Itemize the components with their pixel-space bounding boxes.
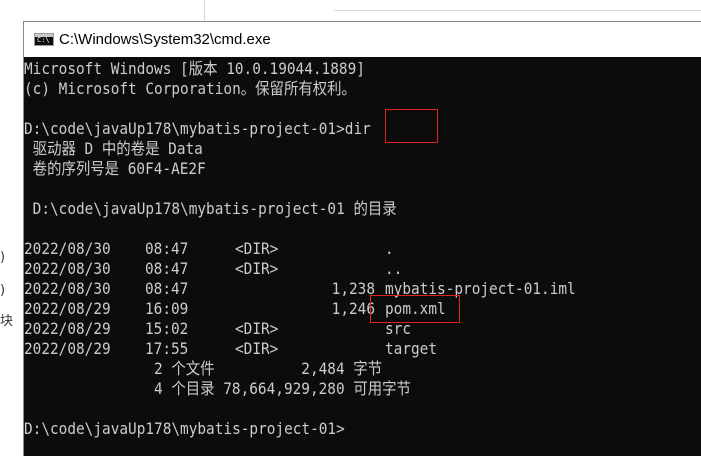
prompt: D:\code\javaUp178\mybatis-project-01> (24, 119, 345, 138)
entry-type: <DIR> (235, 319, 279, 338)
entry-size (284, 259, 375, 279)
console-serial-line: 卷的序列号是 60F4-AE2F (24, 159, 206, 178)
console-file-summary: 2 个文件 2,484 字节 (24, 359, 383, 378)
title-bar[interactable]: C:\ C:\Windows\System32\cmd.exe (24, 22, 701, 57)
entry-size: 1,246 (331, 299, 375, 318)
pom-highlight-box (370, 295, 460, 323)
entry-size (284, 239, 375, 259)
background-app: ) ) 块 (0, 0, 24, 456)
entry-name: .. (385, 259, 403, 278)
entry-date: 2022/08/29 (24, 299, 111, 318)
console-prompt-line: D:\code\javaUp178\mybatis-project-01> (24, 419, 345, 438)
entry-type: <DIR> (235, 339, 279, 358)
command-highlight-box (385, 109, 438, 143)
console-directory-of-line: D:\code\javaUp178\mybatis-project-01 的目录 (24, 199, 397, 218)
entry-time: 08:47 (145, 279, 189, 298)
entry-date: 2022/08/30 (24, 259, 111, 278)
cmd-icon-label: C:\ (37, 36, 50, 44)
entry-type: <DIR> (235, 259, 279, 278)
cmd-window[interactable]: C:\ C:\Windows\System32\cmd.exe Microsof… (24, 22, 701, 456)
entry-time: 16:09 (145, 299, 189, 318)
entry-time: 08:47 (145, 259, 189, 278)
background-text-fragment: 块 (0, 314, 14, 329)
entry-size: 1,238 (331, 279, 375, 298)
entry-time: 08:47 (145, 239, 189, 258)
background-window-edge (24, 0, 701, 22)
console-header-copyright: (c) Microsoft Corporation。保留所有权利。 (24, 79, 356, 98)
background-divider (334, 10, 701, 11)
window-title: C:\Windows\System32\cmd.exe (59, 31, 271, 48)
screen: ) ) 块 C:\ C:\Windows\System32\cmd.exe Mi… (0, 0, 701, 456)
background-text-fragment: ) (0, 250, 6, 265)
entry-time: 17:55 (145, 339, 189, 358)
entry-name: . (385, 239, 394, 258)
console-volume-line: 驱动器 D 中的卷是 Data (24, 139, 203, 158)
background-text-fragment: ) (0, 283, 6, 298)
cmd-icon[interactable]: C:\ (34, 33, 54, 46)
command-text: dir (344, 119, 371, 138)
entry-name: target (385, 339, 438, 358)
console-command-line: D:\code\javaUp178\mybatis-project-01>dir (24, 119, 371, 139)
entry-date: 2022/08/30 (24, 239, 111, 258)
console-dir-summary: 4 个目录 78,664,929,280 可用字节 (24, 379, 411, 398)
entry-time: 15:02 (145, 319, 189, 338)
entry-date: 2022/08/29 (24, 339, 111, 358)
entry-name: src (385, 319, 412, 338)
background-divider (204, 0, 205, 22)
entry-type: <DIR> (235, 239, 279, 258)
entry-size (284, 339, 375, 359)
entry-date: 2022/08/29 (24, 319, 111, 338)
entry-size (284, 319, 375, 339)
console-output[interactable]: Microsoft Windows [版本 10.0.19044.1889] (… (24, 57, 701, 456)
console-header-version: Microsoft Windows [版本 10.0.19044.1889] (24, 59, 365, 78)
entry-date: 2022/08/30 (24, 279, 111, 298)
